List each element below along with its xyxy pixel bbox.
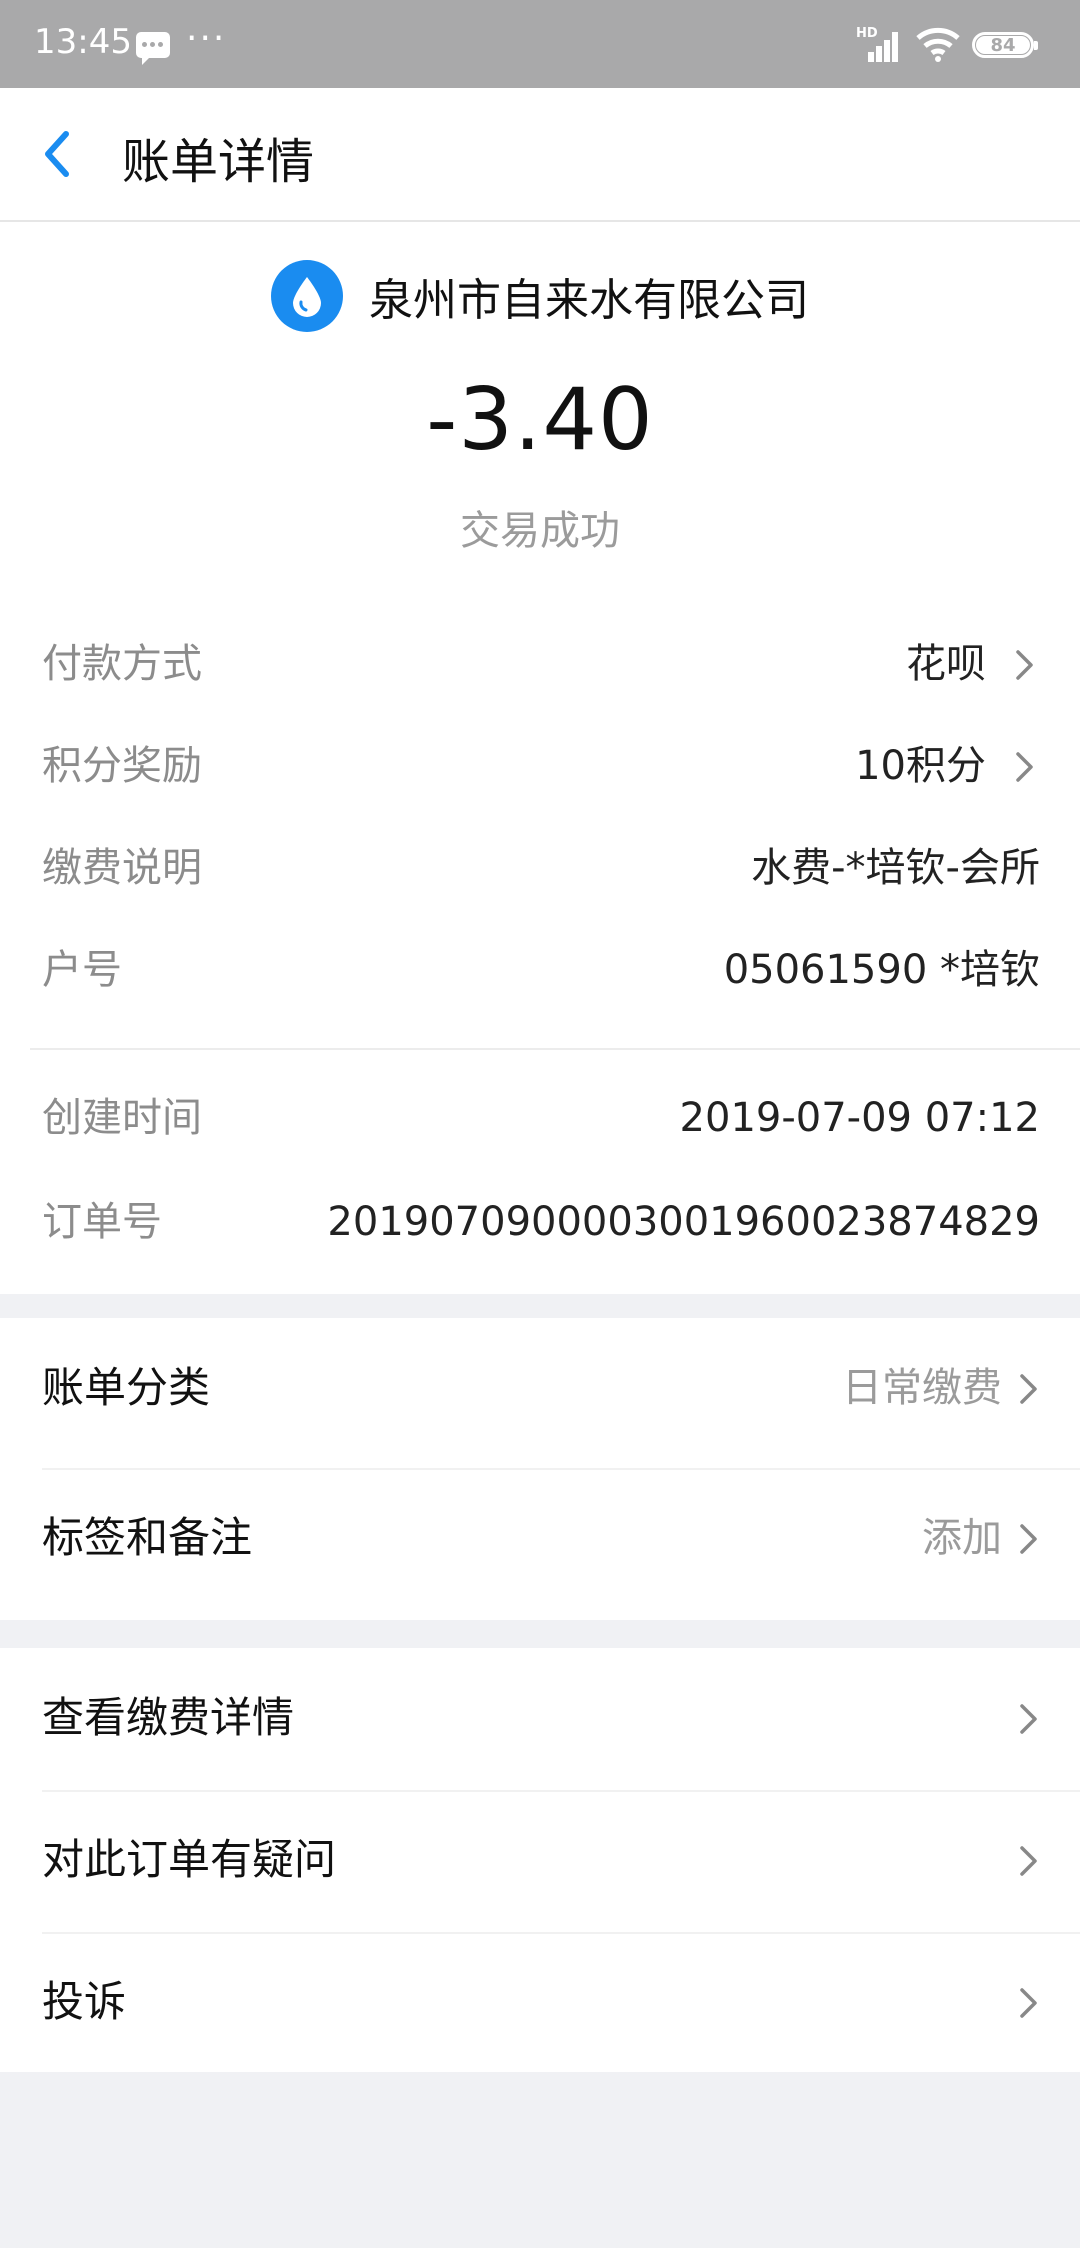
battery-icon: 84: [972, 32, 1038, 58]
amount: -3.40: [426, 370, 654, 470]
menu-label: 对此订单有疑问: [42, 1835, 337, 1884]
menu-label: 投诉: [42, 1977, 127, 2026]
bill-settings-section: 账单分类 日常缴费 标签和备注 添加: [0, 1318, 1080, 1620]
battery-level: 84: [976, 36, 1030, 55]
chevron-right-icon: [1020, 1846, 1037, 1876]
detail-row-points[interactable]: 积分奖励 10积分: [42, 736, 1040, 796]
detail-label: 付款方式: [42, 641, 202, 687]
meta-value: 20190709000030019600238748​29: [327, 1199, 1040, 1245]
meta-label: 创建时间: [42, 1095, 202, 1141]
chevron-right-icon: [1020, 1524, 1037, 1554]
detail-row-account-number: 户号 05061590 *培钦: [42, 940, 1040, 1000]
detail-label: 户号: [42, 947, 122, 993]
tags-notes-row[interactable]: 标签和备注 添加: [0, 1468, 1080, 1608]
detail-row-payment-method[interactable]: 付款方式 花呗: [42, 634, 1040, 694]
merchant-name: 泉州市自来水有限公司: [369, 275, 809, 326]
menu-label: 查看缴费详情: [42, 1693, 295, 1742]
water-drop-icon: [271, 260, 343, 332]
signal-icon: [862, 30, 902, 62]
detail-value: 05061590 *培钦: [723, 947, 1040, 993]
actions-section: 查看缴费详情 对此订单有疑问 投诉: [0, 1648, 1080, 2072]
wifi-icon: [916, 27, 960, 62]
page-title: 账单详情: [122, 134, 315, 190]
divider: [30, 1048, 1080, 1050]
view-payment-details-row[interactable]: 查看缴费详情: [0, 1648, 1080, 1788]
complaint-row[interactable]: 投诉: [0, 1932, 1080, 2072]
detail-value: 水费-*培钦-会所: [751, 845, 1040, 891]
transaction-status: 交易成功: [460, 508, 620, 554]
message-icon: [136, 32, 170, 65]
meta-label: 订单号: [42, 1199, 162, 1245]
detail-value: 10积分: [855, 743, 986, 789]
bill-category-row[interactable]: 账单分类 日常缴费: [0, 1318, 1080, 1458]
meta-value: 2019-07-09 07:12: [679, 1095, 1040, 1141]
chevron-right-icon: [1020, 1374, 1037, 1404]
menu-label: 标签和备注: [42, 1513, 253, 1562]
clock: 13:45: [34, 22, 132, 62]
detail-label: 积分奖励: [42, 743, 202, 789]
back-arrow-icon[interactable]: [38, 126, 78, 182]
meta-row-created-time: 创建时间 2019-07-09 07:12: [42, 1088, 1040, 1148]
merchant: 泉州市自来水有限公司: [0, 260, 1080, 334]
chevron-right-icon: [1020, 1704, 1037, 1734]
bill-summary: 泉州市自来水有限公司 -3.40 交易成功 付款方式 花呗 积分奖励 10积分 …: [0, 222, 1080, 1294]
menu-label: 账单分类: [42, 1363, 211, 1412]
status-bar: 13:45 ··· HD 84: [0, 0, 1080, 88]
detail-value: 花呗: [906, 641, 986, 687]
menu-value: 添加: [922, 1515, 1002, 1561]
nav-bar: 账单详情: [0, 88, 1080, 222]
order-question-row[interactable]: 对此订单有疑问: [0, 1790, 1080, 1930]
more-notifications-icon: ···: [186, 18, 227, 59]
detail-label: 缴费说明: [42, 845, 202, 891]
meta-row-order-number: 订单号 20190709000030019600238748​29: [42, 1192, 1040, 1252]
chevron-right-icon: [1016, 752, 1033, 782]
chevron-right-icon: [1016, 650, 1033, 680]
menu-value: 日常缴费: [842, 1365, 1002, 1411]
chevron-right-icon: [1020, 1988, 1037, 2018]
detail-row-description: 缴费说明 水费-*培钦-会所: [42, 838, 1040, 898]
